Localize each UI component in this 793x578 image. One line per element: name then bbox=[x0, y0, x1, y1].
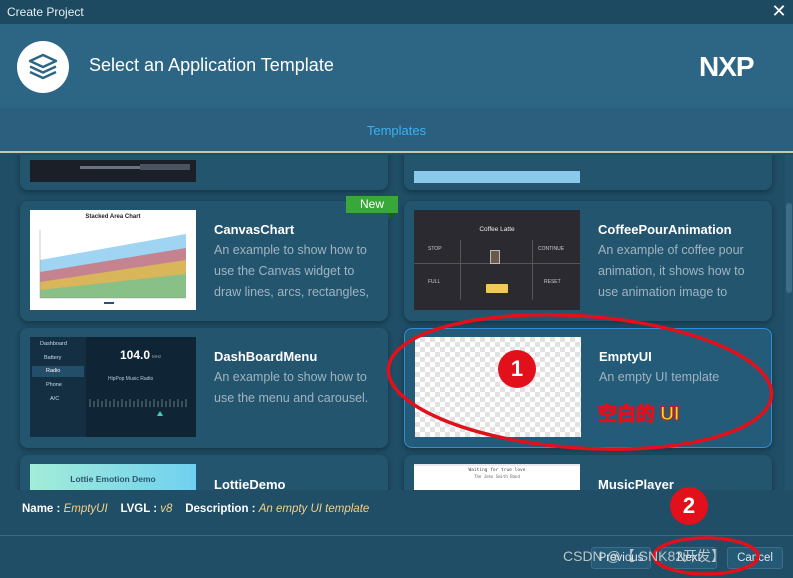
template-thumbnail bbox=[30, 160, 196, 182]
thumb-station: HipPop Music Radio bbox=[108, 376, 154, 382]
thumb-menu-item: Battery bbox=[44, 355, 62, 361]
template-name: MusicPlayer bbox=[598, 477, 674, 490]
template-card-emptyui[interactable]: EmptyUI An empty UI template bbox=[404, 328, 772, 448]
coffee-cup-icon bbox=[490, 250, 500, 264]
thumb-continue: CONTINUE bbox=[538, 246, 565, 252]
name-value: EmptyUI bbox=[63, 503, 108, 515]
thumb-frequency-unit: MHz bbox=[152, 354, 162, 359]
template-description: An example of coffee pour animation, it … bbox=[598, 243, 745, 299]
template-thumbnail: Stacked Area Chart bbox=[30, 210, 196, 310]
thumb-frequency: 104.0 bbox=[120, 348, 151, 362]
template-thumbnail bbox=[415, 337, 581, 437]
thumb-coffee-title: Coffee Latte bbox=[479, 226, 515, 233]
description-value: An empty UI template bbox=[258, 503, 370, 515]
page-title: Select an Application Template bbox=[89, 55, 334, 75]
template-card-partial-left[interactable] bbox=[20, 155, 388, 190]
template-description: An example to show how to use the menu a… bbox=[214, 370, 369, 405]
template-thumbnail: Lottie Emotion Demo bbox=[30, 464, 196, 490]
thumb-music-subtitle: The John Smith Band bbox=[474, 474, 520, 479]
template-info-line: Name : EmptyUI LVGL : v8 Description : A… bbox=[22, 503, 369, 515]
template-name: LottieDemo bbox=[214, 477, 286, 490]
thumb-menu-item: A/C bbox=[50, 396, 60, 402]
grid-scrollbar[interactable] bbox=[785, 155, 793, 490]
nxp-logo: NXP bbox=[699, 51, 777, 85]
watermark: CSDN @【 SNK82开发】 bbox=[563, 548, 726, 564]
template-thumbnail: Dashboard Battery Radio Phone A/C 104.0 … bbox=[30, 337, 196, 437]
thumb-full: FULL bbox=[428, 279, 441, 285]
svg-text:NXP: NXP bbox=[699, 52, 754, 80]
close-icon[interactable]: ✕ bbox=[770, 2, 788, 20]
template-card-musicplayer[interactable]: Waiting for true love The John Smith Ban… bbox=[404, 455, 772, 490]
thumb-menu-item: Dashboard bbox=[40, 341, 67, 347]
tab-bar: Templates bbox=[0, 108, 793, 153]
window-titlebar: Create Project ✕ bbox=[0, 0, 793, 24]
thumb-lottie-title: Lottie Emotion Demo bbox=[70, 474, 156, 484]
template-thumbnail: Waiting for true love The John Smith Ban… bbox=[414, 464, 580, 490]
template-card-partial-right[interactable] bbox=[404, 155, 772, 190]
template-grid: Stacked Area Chart New CanvasChart An ex… bbox=[0, 155, 793, 490]
template-description: An empty UI template bbox=[599, 370, 720, 384]
thumb-reset: RESET bbox=[544, 279, 561, 285]
tab-templates[interactable]: Templates bbox=[0, 123, 793, 138]
template-thumbnail: Coffee Latte STOP CONTINUE FULL RESET bbox=[414, 210, 580, 310]
template-name: CanvasChart bbox=[214, 222, 295, 237]
layers-icon bbox=[17, 41, 69, 93]
template-name: CoffeePourAnimation bbox=[598, 222, 732, 237]
scrollbar-thumb[interactable] bbox=[786, 203, 792, 293]
cancel-button[interactable]: Cancel bbox=[727, 547, 783, 569]
thumb-stop: STOP bbox=[428, 246, 442, 252]
template-card-dashboardmenu[interactable]: Dashboard Battery Radio Phone A/C 104.0 … bbox=[20, 328, 388, 448]
template-card-lottiedemo[interactable]: Lottie Emotion Demo LottieDemo bbox=[20, 455, 388, 490]
dialog-header: Select an Application Template NXP bbox=[0, 24, 793, 108]
annotation-number-1: 1 bbox=[498, 350, 536, 388]
new-badge: New bbox=[346, 196, 398, 219]
description-label: Description : bbox=[185, 503, 256, 515]
template-name: DashBoardMenu bbox=[214, 349, 318, 364]
name-label: Name : bbox=[22, 503, 61, 515]
lvgl-label: LVGL : bbox=[120, 503, 158, 515]
template-card-coffeepouranimation[interactable]: Coffee Latte STOP CONTINUE FULL RESET Co… bbox=[404, 201, 772, 321]
thumb-menu-item: Radio bbox=[46, 368, 61, 374]
thumb-music-title: Waiting for true love bbox=[468, 468, 526, 473]
thumb-area-chart bbox=[39, 230, 186, 304]
template-thumbnail bbox=[414, 171, 580, 183]
lvgl-value: v8 bbox=[160, 503, 173, 515]
nxp-mini-logo bbox=[486, 284, 508, 293]
template-name: EmptyUI bbox=[599, 349, 652, 364]
thumb-tuner-scale bbox=[89, 399, 187, 416]
thumb-menu-item: Phone bbox=[46, 382, 62, 388]
template-description: An example to show how to use the Canvas… bbox=[214, 243, 369, 299]
annotation-number-2: 2 bbox=[670, 487, 708, 525]
window-title: Create Project bbox=[7, 5, 84, 19]
template-card-canvaschart[interactable]: Stacked Area Chart New CanvasChart An ex… bbox=[20, 196, 398, 321]
